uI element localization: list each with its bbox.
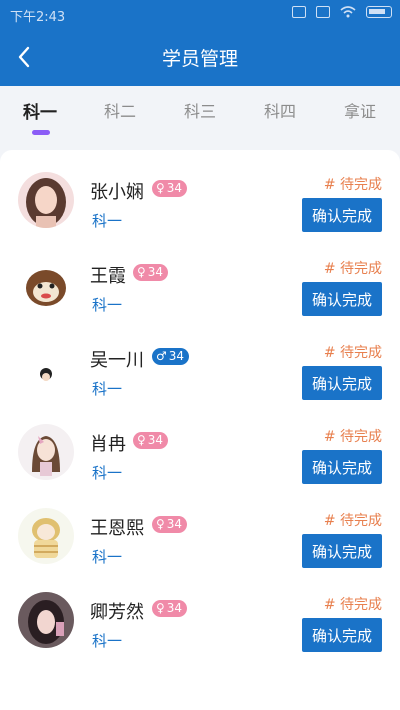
male-icon: ♂ — [156, 349, 167, 363]
gender-age-badge: ♀ 34 — [133, 264, 169, 281]
student-name: 王恩熙 — [90, 518, 144, 539]
avatar — [18, 256, 74, 312]
gender-age-badge: ♀ 34 — [152, 600, 188, 617]
subject-label: 科一 — [92, 464, 123, 482]
status-pending: # 待完成 — [323, 345, 382, 361]
student-name: 卿芳然 — [90, 602, 144, 623]
student-row: 王霞 ♀ 34 科一 # 待完成 确认完成 — [0, 234, 400, 318]
tab-ke4[interactable]: 科四 — [240, 98, 320, 122]
tab-ke2[interactable]: 科二 — [80, 98, 160, 122]
avatar — [18, 592, 74, 648]
status-pending: # 待完成 — [323, 597, 382, 613]
female-icon: ♀ — [137, 433, 146, 447]
confirm-complete-button[interactable]: 确认完成 — [302, 366, 382, 400]
battery-icon — [366, 6, 392, 18]
subject-label: 科一 — [92, 632, 123, 650]
tab-bar: 科一 科二 科三 科四 拿证 — [0, 86, 400, 150]
status-bar: 下午2:43 — [0, 0, 400, 28]
tab-ke3[interactable]: 科三 — [160, 98, 240, 122]
student-row: 张小娴 ♀ 34 科一 # 待完成 确认完成 — [0, 150, 400, 234]
status-pending: # 待完成 — [323, 177, 382, 193]
confirm-complete-button[interactable]: 确认完成 — [302, 618, 382, 652]
gender-age-badge: ♂ 34 — [152, 348, 190, 365]
confirm-complete-button[interactable]: 确认完成 — [302, 282, 382, 316]
avatar — [18, 508, 74, 564]
close-box-icon — [316, 6, 330, 18]
female-icon: ♀ — [156, 181, 165, 195]
gender-age-badge: ♀ 34 — [133, 432, 169, 449]
student-name: 肖冉 — [90, 434, 126, 455]
student-name: 王霞 — [90, 266, 126, 287]
female-icon: ♀ — [137, 265, 146, 279]
student-row: 卿芳然 ♀ 34 科一 # 待完成 确认完成 — [0, 570, 400, 654]
confirm-complete-button[interactable]: 确认完成 — [302, 534, 382, 568]
subject-label: 科一 — [92, 296, 123, 314]
wifi-icon — [340, 6, 356, 18]
page-title: 学员管理 — [161, 48, 238, 70]
notification-icon — [292, 6, 306, 18]
age-value: 34 — [166, 601, 183, 615]
age-value: 34 — [147, 433, 164, 447]
status-time: 下午2:43 — [10, 10, 66, 25]
student-name: 张小娴 — [90, 182, 144, 203]
tab-nazheng[interactable]: 拿证 — [320, 98, 400, 122]
confirm-complete-button[interactable]: 确认完成 — [302, 450, 382, 484]
age-value: 34 — [166, 181, 183, 195]
student-row: 肖冉 ♀ 34 科一 # 待完成 确认完成 — [0, 402, 400, 486]
age-value: 34 — [147, 265, 164, 279]
app-bar: 学员管理 — [0, 28, 400, 86]
status-pending: # 待完成 — [323, 261, 382, 277]
student-row: 吴一川 ♂ 34 科一 # 待完成 确认完成 — [0, 318, 400, 402]
status-icons — [292, 6, 392, 18]
subject-label: 科一 — [92, 548, 123, 566]
bottom-area — [0, 670, 400, 710]
student-row: 王恩熙 ♀ 34 科一 # 待完成 确认完成 — [0, 486, 400, 570]
subject-label: 科一 — [92, 212, 123, 230]
female-icon: ♀ — [156, 601, 165, 615]
gender-age-badge: ♀ 34 — [152, 180, 188, 197]
confirm-complete-button[interactable]: 确认完成 — [302, 198, 382, 232]
female-icon: ♀ — [156, 517, 165, 531]
avatar — [18, 340, 74, 396]
avatar — [18, 424, 74, 480]
student-name: 吴一川 — [90, 350, 144, 371]
status-pending: # 待完成 — [323, 429, 382, 445]
student-list: 张小娴 ♀ 34 科一 # 待完成 确认完成 王霞 ♀ 34 科一 # 待完成 — [0, 150, 400, 670]
tab-indicator — [32, 130, 50, 135]
tab-ke1[interactable]: 科一 — [0, 98, 80, 123]
subject-label: 科一 — [92, 380, 123, 398]
age-value: 34 — [168, 349, 185, 363]
age-value: 34 — [166, 517, 183, 531]
gender-age-badge: ♀ 34 — [152, 516, 188, 533]
avatar — [18, 172, 74, 228]
status-pending: # 待完成 — [323, 513, 382, 529]
